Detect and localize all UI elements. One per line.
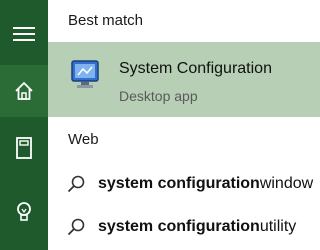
home-icon[interactable] [0, 65, 48, 117]
app-title: System Configuration [119, 60, 272, 77]
web-result[interactable]: system configuration window [48, 166, 320, 202]
search-icon [66, 217, 90, 237]
best-match-label: Best match [68, 12, 144, 29]
search-icon [66, 174, 90, 194]
system-configuration-app-icon [68, 57, 104, 93]
web-result-query: system configuration [98, 175, 260, 192]
best-match-system-configuration[interactable]: System Configuration Desktop app [48, 42, 320, 117]
lightbulb-icon[interactable] [0, 188, 48, 236]
search-results-panel: Best match System Configuration Desktop … [48, 0, 320, 250]
hamburger-menu-icon[interactable] [0, 10, 48, 58]
web-label: Web [68, 131, 99, 148]
web-result[interactable]: system configuration utility [48, 209, 320, 245]
web-result-suggestion: window [259, 175, 314, 192]
sidebar [0, 0, 48, 250]
notebook-icon[interactable] [0, 124, 48, 172]
web-result-query: system configuration [98, 218, 260, 235]
web-result-suggestion: utility [259, 218, 297, 235]
app-subtitle: Desktop app [119, 88, 198, 104]
